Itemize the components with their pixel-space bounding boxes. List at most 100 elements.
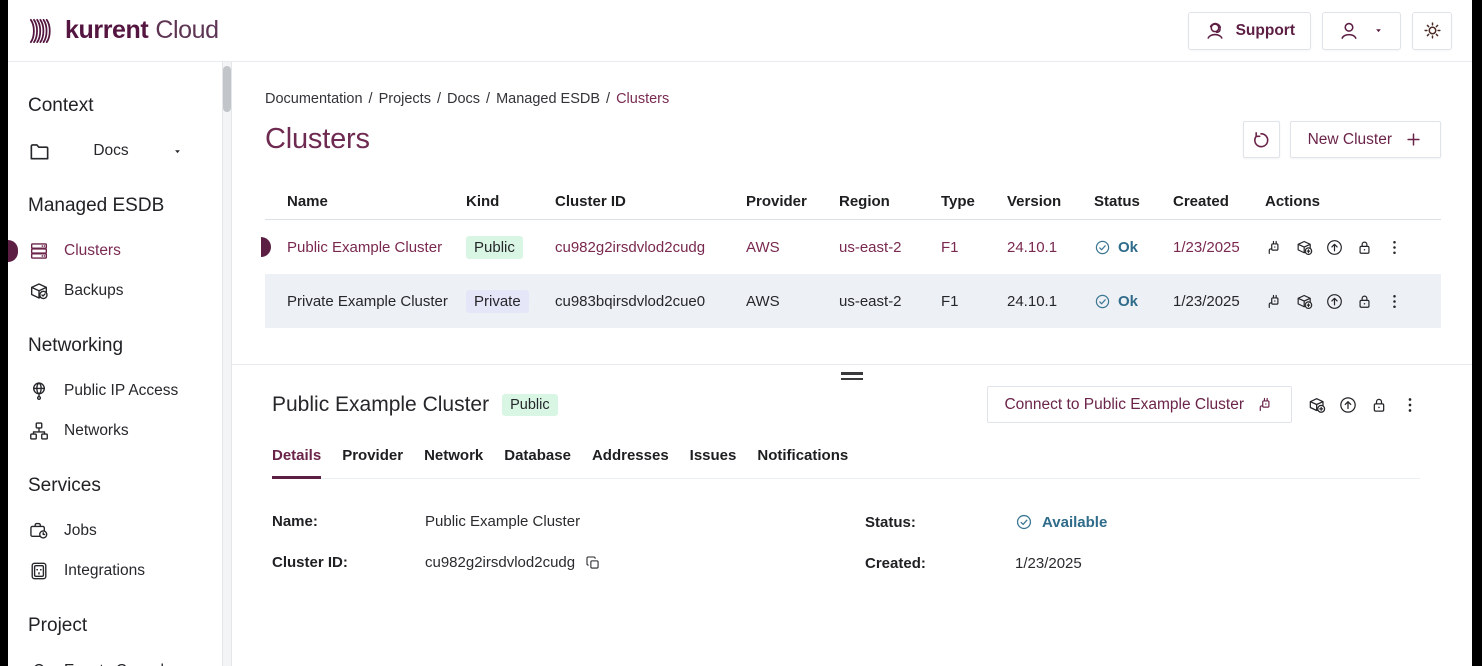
backup-action-button[interactable]	[1295, 292, 1314, 311]
plug-icon	[1265, 238, 1284, 257]
sidebar-item-backups[interactable]: Backups	[8, 277, 222, 305]
user-icon	[1338, 20, 1360, 42]
theme-toggle-button[interactable]	[1412, 12, 1452, 50]
column-header-provider: Provider	[746, 193, 839, 210]
user-menu-button[interactable]	[1322, 12, 1401, 50]
cell-name: Private Example Cluster	[265, 293, 466, 310]
field-created-label: Created:	[865, 555, 1015, 572]
tab-database[interactable]: Database	[504, 447, 571, 478]
field-name: Name: Public Example Cluster	[272, 513, 865, 530]
status-text: Ok	[1118, 239, 1138, 256]
sidebar-item-label: Events Console	[64, 662, 173, 666]
connect-action-button[interactable]	[1265, 292, 1284, 311]
sidebar-item-jobs[interactable]: Jobs	[8, 517, 222, 545]
field-created: Created: 1/23/2025	[865, 555, 1420, 572]
connect-button-label: Connect to Public Example Cluster	[1004, 396, 1244, 414]
sidebar-item-clusters[interactable]: Clusters	[8, 237, 222, 265]
headset-icon	[1204, 20, 1226, 42]
copy-icon	[585, 555, 601, 571]
table-row[interactable]: Public Example Cluster Public cu982g2irs…	[265, 220, 1441, 274]
breadcrumb-separator: /	[369, 91, 373, 107]
clusters-icon	[28, 240, 50, 262]
status-badge: Ok	[1094, 239, 1173, 256]
detail-panel-title: Public Example Cluster	[272, 393, 489, 417]
check-circle-icon	[1094, 239, 1111, 256]
bell-icon	[28, 660, 50, 666]
sidebar-heading-project: Project	[8, 615, 222, 637]
connect-to-cluster-button[interactable]: Connect to Public Example Cluster	[987, 386, 1292, 423]
sidebar-item-label: Clusters	[64, 242, 121, 260]
column-header-region: Region	[839, 193, 941, 210]
sidebar-section-context: Context Docs	[8, 95, 222, 165]
tab-issues[interactable]: Issues	[690, 447, 737, 478]
chevron-down-icon	[171, 145, 184, 158]
app-window: kurrentCloud Support Context D	[8, 0, 1472, 666]
cell-type: F1	[941, 293, 1007, 310]
arrow-up-circle-icon	[1338, 395, 1358, 415]
logo-suffix-text: Cloud	[155, 16, 218, 44]
column-header-type: Type	[941, 193, 1007, 210]
cell-cluster-id: cu982g2irsdvlod2cudg	[555, 239, 746, 256]
sidebar-item-networks[interactable]: Networks	[8, 417, 222, 445]
field-status: Status: Available	[865, 513, 1420, 531]
check-circle-icon	[1015, 513, 1033, 531]
tab-addresses[interactable]: Addresses	[592, 447, 669, 478]
connect-action-button[interactable]	[1265, 238, 1284, 257]
column-header-actions: Actions	[1265, 193, 1441, 210]
sidebar-section-services: Services Jobs Integrations	[8, 475, 222, 585]
expand-action-button[interactable]	[1338, 395, 1358, 415]
arrow-up-circle-icon	[1325, 238, 1344, 257]
sidebar-item-integrations[interactable]: Integrations	[8, 557, 222, 585]
cell-cluster-id: cu983bqirsdvlod2cue0	[555, 293, 746, 310]
kurrent-cloud-logo[interactable]: kurrentCloud	[28, 16, 219, 46]
breadcrumb-item-projects[interactable]: Projects	[379, 91, 431, 107]
sidebar-scrollbar[interactable]	[222, 62, 232, 666]
backup-action-button[interactable]	[1295, 238, 1314, 257]
breadcrumb-item-docs[interactable]: Docs	[447, 91, 480, 107]
sidebar-heading-managed-esdb: Managed ESDB	[8, 195, 222, 217]
security-action-button[interactable]	[1355, 238, 1374, 257]
security-action-button[interactable]	[1355, 292, 1374, 311]
sun-icon	[1422, 20, 1443, 41]
sidebar-item-public-ip-access[interactable]: Public IP Access	[8, 377, 222, 405]
expand-action-button[interactable]	[1325, 238, 1344, 257]
field-name-label: Name:	[272, 513, 425, 530]
kebab-menu-icon	[1385, 238, 1404, 257]
kurrent-stripes-icon	[28, 16, 56, 46]
more-actions-button[interactable]	[1385, 292, 1404, 311]
refresh-button[interactable]	[1243, 121, 1280, 158]
copy-cluster-id-button[interactable]	[585, 555, 601, 571]
plug-icon	[1265, 292, 1284, 311]
sidebar-item-context-docs[interactable]: Docs	[8, 137, 184, 165]
backup-box-plus-icon	[1295, 238, 1314, 257]
cell-region: us-east-2	[839, 293, 941, 310]
cell-version: 24.10.1	[1007, 239, 1094, 256]
breadcrumb-item-managed-esdb[interactable]: Managed ESDB	[496, 91, 600, 107]
plug-icon	[1256, 395, 1275, 414]
backup-action-button[interactable]	[1307, 395, 1327, 415]
backups-icon	[28, 280, 50, 302]
page-actions: New Cluster	[1243, 121, 1441, 158]
security-action-button[interactable]	[1369, 395, 1389, 415]
support-button[interactable]: Support	[1188, 12, 1311, 50]
backup-box-plus-icon	[1295, 292, 1314, 311]
expand-action-button[interactable]	[1325, 292, 1344, 311]
sidebar-heading-networking: Networking	[8, 335, 222, 357]
status-available-text: Available	[1042, 514, 1107, 531]
cell-created: 1/23/2025	[1173, 293, 1265, 310]
tab-network[interactable]: Network	[424, 447, 483, 478]
tab-details[interactable]: Details	[272, 447, 321, 479]
drag-handle[interactable]	[841, 372, 863, 383]
table-row[interactable]: Private Example Cluster Private cu983bqi…	[265, 274, 1441, 328]
sidebar-heading-context: Context	[8, 95, 222, 117]
more-actions-button[interactable]	[1385, 238, 1404, 257]
more-actions-button[interactable]	[1400, 395, 1420, 415]
sidebar-scrollbar-thumb[interactable]	[223, 66, 231, 112]
tab-provider[interactable]: Provider	[342, 447, 403, 478]
tab-notifications[interactable]: Notifications	[757, 447, 848, 478]
breadcrumb: Documentation/Projects/Docs/Managed ESDB…	[265, 91, 1441, 107]
sidebar-item-events-console[interactable]: Events Console	[8, 657, 222, 666]
cell-type: F1	[941, 239, 1007, 256]
new-cluster-button[interactable]: New Cluster	[1290, 121, 1441, 158]
breadcrumb-item-documentation[interactable]: Documentation	[265, 91, 363, 107]
